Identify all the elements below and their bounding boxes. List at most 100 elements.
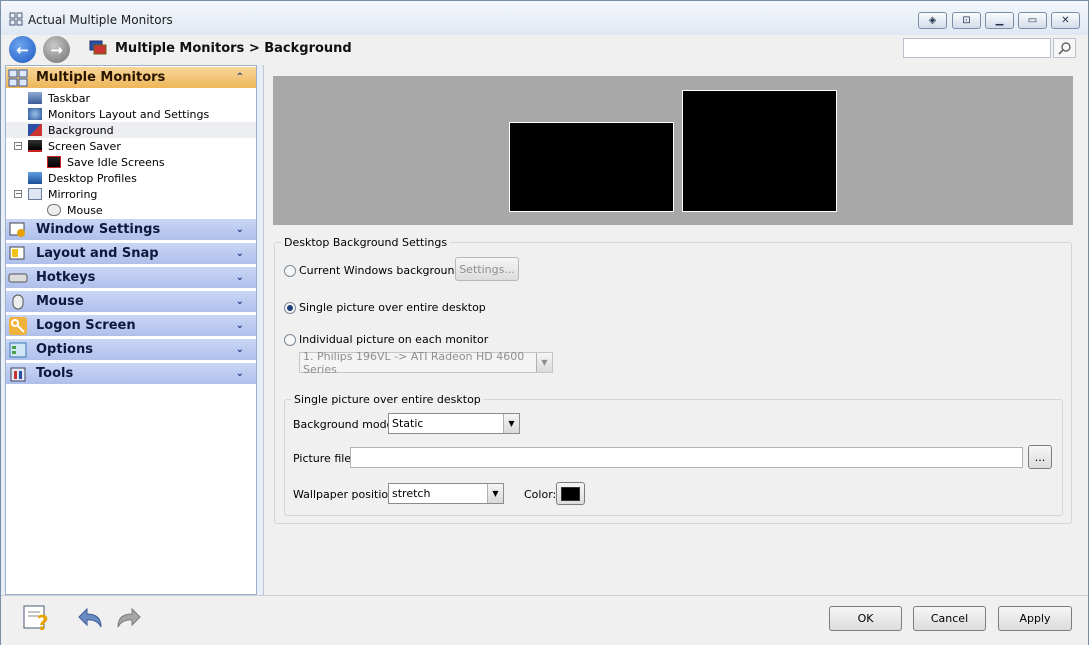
chevron-down-icon: ⌄ — [235, 248, 244, 259]
group-label: Multiple Monitors — [36, 70, 166, 85]
close-icon[interactable]: ✕ — [1051, 12, 1080, 29]
chevron-down-icon: ⌄ — [235, 224, 244, 235]
sidebar-item-label: Desktop Profiles — [48, 171, 137, 185]
sidebar-item-screen-saver[interactable]: − Screen Saver — [6, 138, 256, 154]
bg-mode-select[interactable]: Static ▼ — [388, 413, 520, 434]
monitor-1-preview[interactable] — [509, 122, 674, 212]
group-window-settings[interactable]: Window Settings ⌄ — [6, 219, 256, 241]
browse-button[interactable]: ... — [1028, 445, 1052, 469]
color-label: Color: — [524, 488, 557, 501]
bg-mode-value: Static — [392, 417, 424, 430]
maximize-icon[interactable]: ▭ — [1018, 12, 1047, 29]
sidebar-item-label: Screen Saver — [48, 139, 121, 153]
sidebar-item-monitors-layout[interactable]: Monitors Layout and Settings — [6, 106, 256, 122]
svg-text:?: ? — [37, 611, 49, 632]
group-label: Mouse — [36, 294, 84, 309]
sidebar-item-mouse[interactable]: Mouse — [6, 202, 256, 218]
key-icon — [6, 315, 30, 337]
group-mouse[interactable]: Mouse ⌄ — [6, 291, 256, 313]
chevron-down-icon: ⌄ — [235, 368, 244, 379]
apply-button[interactable]: Apply — [998, 606, 1072, 631]
chevron-down-icon: ⌄ — [235, 296, 244, 307]
wallpaper-position-label: Wallpaper position: — [293, 488, 399, 501]
sidebar-item-label: Mirroring — [48, 187, 98, 201]
group-multiple-monitors[interactable]: Multiple Monitors ⌃ — [6, 67, 256, 89]
color-button[interactable] — [556, 482, 585, 505]
background-icon — [28, 124, 42, 136]
search-input[interactable] — [903, 38, 1051, 58]
radio-icon[interactable] — [284, 333, 296, 346]
radio-icon[interactable] — [284, 264, 296, 277]
window-settings-icon — [6, 219, 30, 241]
group-title: Single picture over entire desktop — [291, 393, 484, 406]
chevron-down-icon: ⌄ — [235, 344, 244, 355]
group-logon-screen[interactable]: Logon Screen ⌄ — [6, 315, 256, 337]
picture-file-label: Picture file: — [293, 452, 355, 465]
mirroring-icon — [28, 188, 42, 200]
mouse-icon — [6, 291, 30, 313]
desktop-profiles-icon — [28, 172, 42, 184]
cancel-button[interactable]: Cancel — [913, 606, 986, 631]
redo-icon[interactable] — [114, 605, 144, 629]
sidebar-item-background[interactable]: Background — [6, 122, 256, 138]
radio-label: Single picture over entire desktop — [299, 301, 486, 314]
chevron-down-icon: ▼ — [487, 484, 503, 503]
sidebar: Multiple Monitors ⌃ Taskbar Monitors Lay… — [5, 65, 257, 595]
app-window: Actual Multiple Monitors ◈ ⊡ ▁ ▭ ✕ ← → M… — [0, 0, 1089, 645]
group-title: Desktop Background Settings — [281, 236, 451, 249]
chevron-down-icon: ▼ — [503, 414, 519, 433]
ok-button[interactable]: OK — [829, 606, 902, 631]
settings-button[interactable]: Settings... — [455, 257, 519, 281]
group-label: Layout and Snap — [36, 246, 159, 261]
sidebar-item-label: Save Idle Screens — [67, 155, 165, 169]
sidebar-item-label: Mouse — [67, 203, 103, 217]
wallpaper-position-select[interactable]: stretch ▼ — [388, 483, 504, 504]
group-options[interactable]: Options ⌄ — [6, 339, 256, 361]
search-button[interactable] — [1053, 38, 1076, 58]
collapse-toggle-icon[interactable]: − — [14, 142, 22, 150]
tools-icon — [6, 363, 30, 385]
wallpaper-position-value: stretch — [392, 487, 431, 500]
window-title: Actual Multiple Monitors — [28, 13, 173, 27]
group-label: Options — [36, 342, 93, 357]
sidebar-item-label: Monitors Layout and Settings — [48, 107, 210, 121]
group-tools[interactable]: Tools ⌄ — [6, 363, 256, 385]
picture-file-input[interactable] — [350, 447, 1023, 468]
sidebar-item-label: Background — [48, 123, 114, 137]
minimize-icon[interactable]: ▁ — [985, 12, 1014, 29]
radio-individual-picture[interactable]: Individual picture on each monitor — [284, 333, 488, 346]
layout-snap-icon — [6, 243, 30, 265]
group-hotkeys[interactable]: Hotkeys ⌄ — [6, 267, 256, 289]
monitor-2-preview[interactable] — [682, 90, 837, 212]
breadcrumb: Multiple Monitors > Background — [115, 41, 352, 56]
search-icon — [1057, 42, 1071, 55]
undo-icon[interactable] — [75, 605, 105, 629]
chevron-down-icon: ⌄ — [235, 320, 244, 331]
forward-button[interactable]: → — [43, 36, 70, 63]
sidebar-item-desktop-profiles[interactable]: Desktop Profiles — [6, 170, 256, 186]
monitors-layout-icon — [28, 108, 42, 120]
taskbar-icon — [28, 92, 42, 104]
group-layout-snap[interactable]: Layout and Snap ⌄ — [6, 243, 256, 265]
sidebar-item-mirroring[interactable]: − Mirroring — [6, 186, 256, 202]
sidebar-item-taskbar[interactable]: Taskbar — [6, 90, 256, 106]
monitor-select[interactable]: 1. Philips 196VL -> ATI Radeon HD 4600 S… — [299, 349, 553, 376]
chevron-down-icon: ▼ — [536, 353, 552, 372]
screen-saver-icon — [28, 140, 42, 152]
monitor-select-value: 1. Philips 196VL -> ATI Radeon HD 4600 S… — [303, 349, 525, 376]
pin-icon[interactable]: ⊡ — [952, 12, 981, 29]
restore-icon[interactable]: ◈ — [918, 12, 947, 29]
chevron-down-icon: ⌄ — [235, 272, 244, 283]
monitors-icon — [6, 67, 30, 89]
back-button[interactable]: ← — [9, 36, 36, 63]
sidebar-item-save-idle[interactable]: Save Idle Screens — [6, 154, 256, 170]
bg-mode-label: Background mode: — [293, 418, 398, 431]
collapse-toggle-icon[interactable]: − — [14, 190, 22, 198]
radio-label: Current Windows background — [299, 264, 462, 277]
help-icon[interactable]: ? — [22, 604, 52, 632]
chevron-up-icon: ⌃ — [235, 72, 244, 83]
radio-selected-icon[interactable] — [284, 301, 296, 314]
radio-single-picture[interactable]: Single picture over entire desktop — [284, 301, 486, 314]
mouse-small-icon — [47, 204, 61, 216]
radio-current-background[interactable]: Current Windows background — [284, 264, 461, 277]
